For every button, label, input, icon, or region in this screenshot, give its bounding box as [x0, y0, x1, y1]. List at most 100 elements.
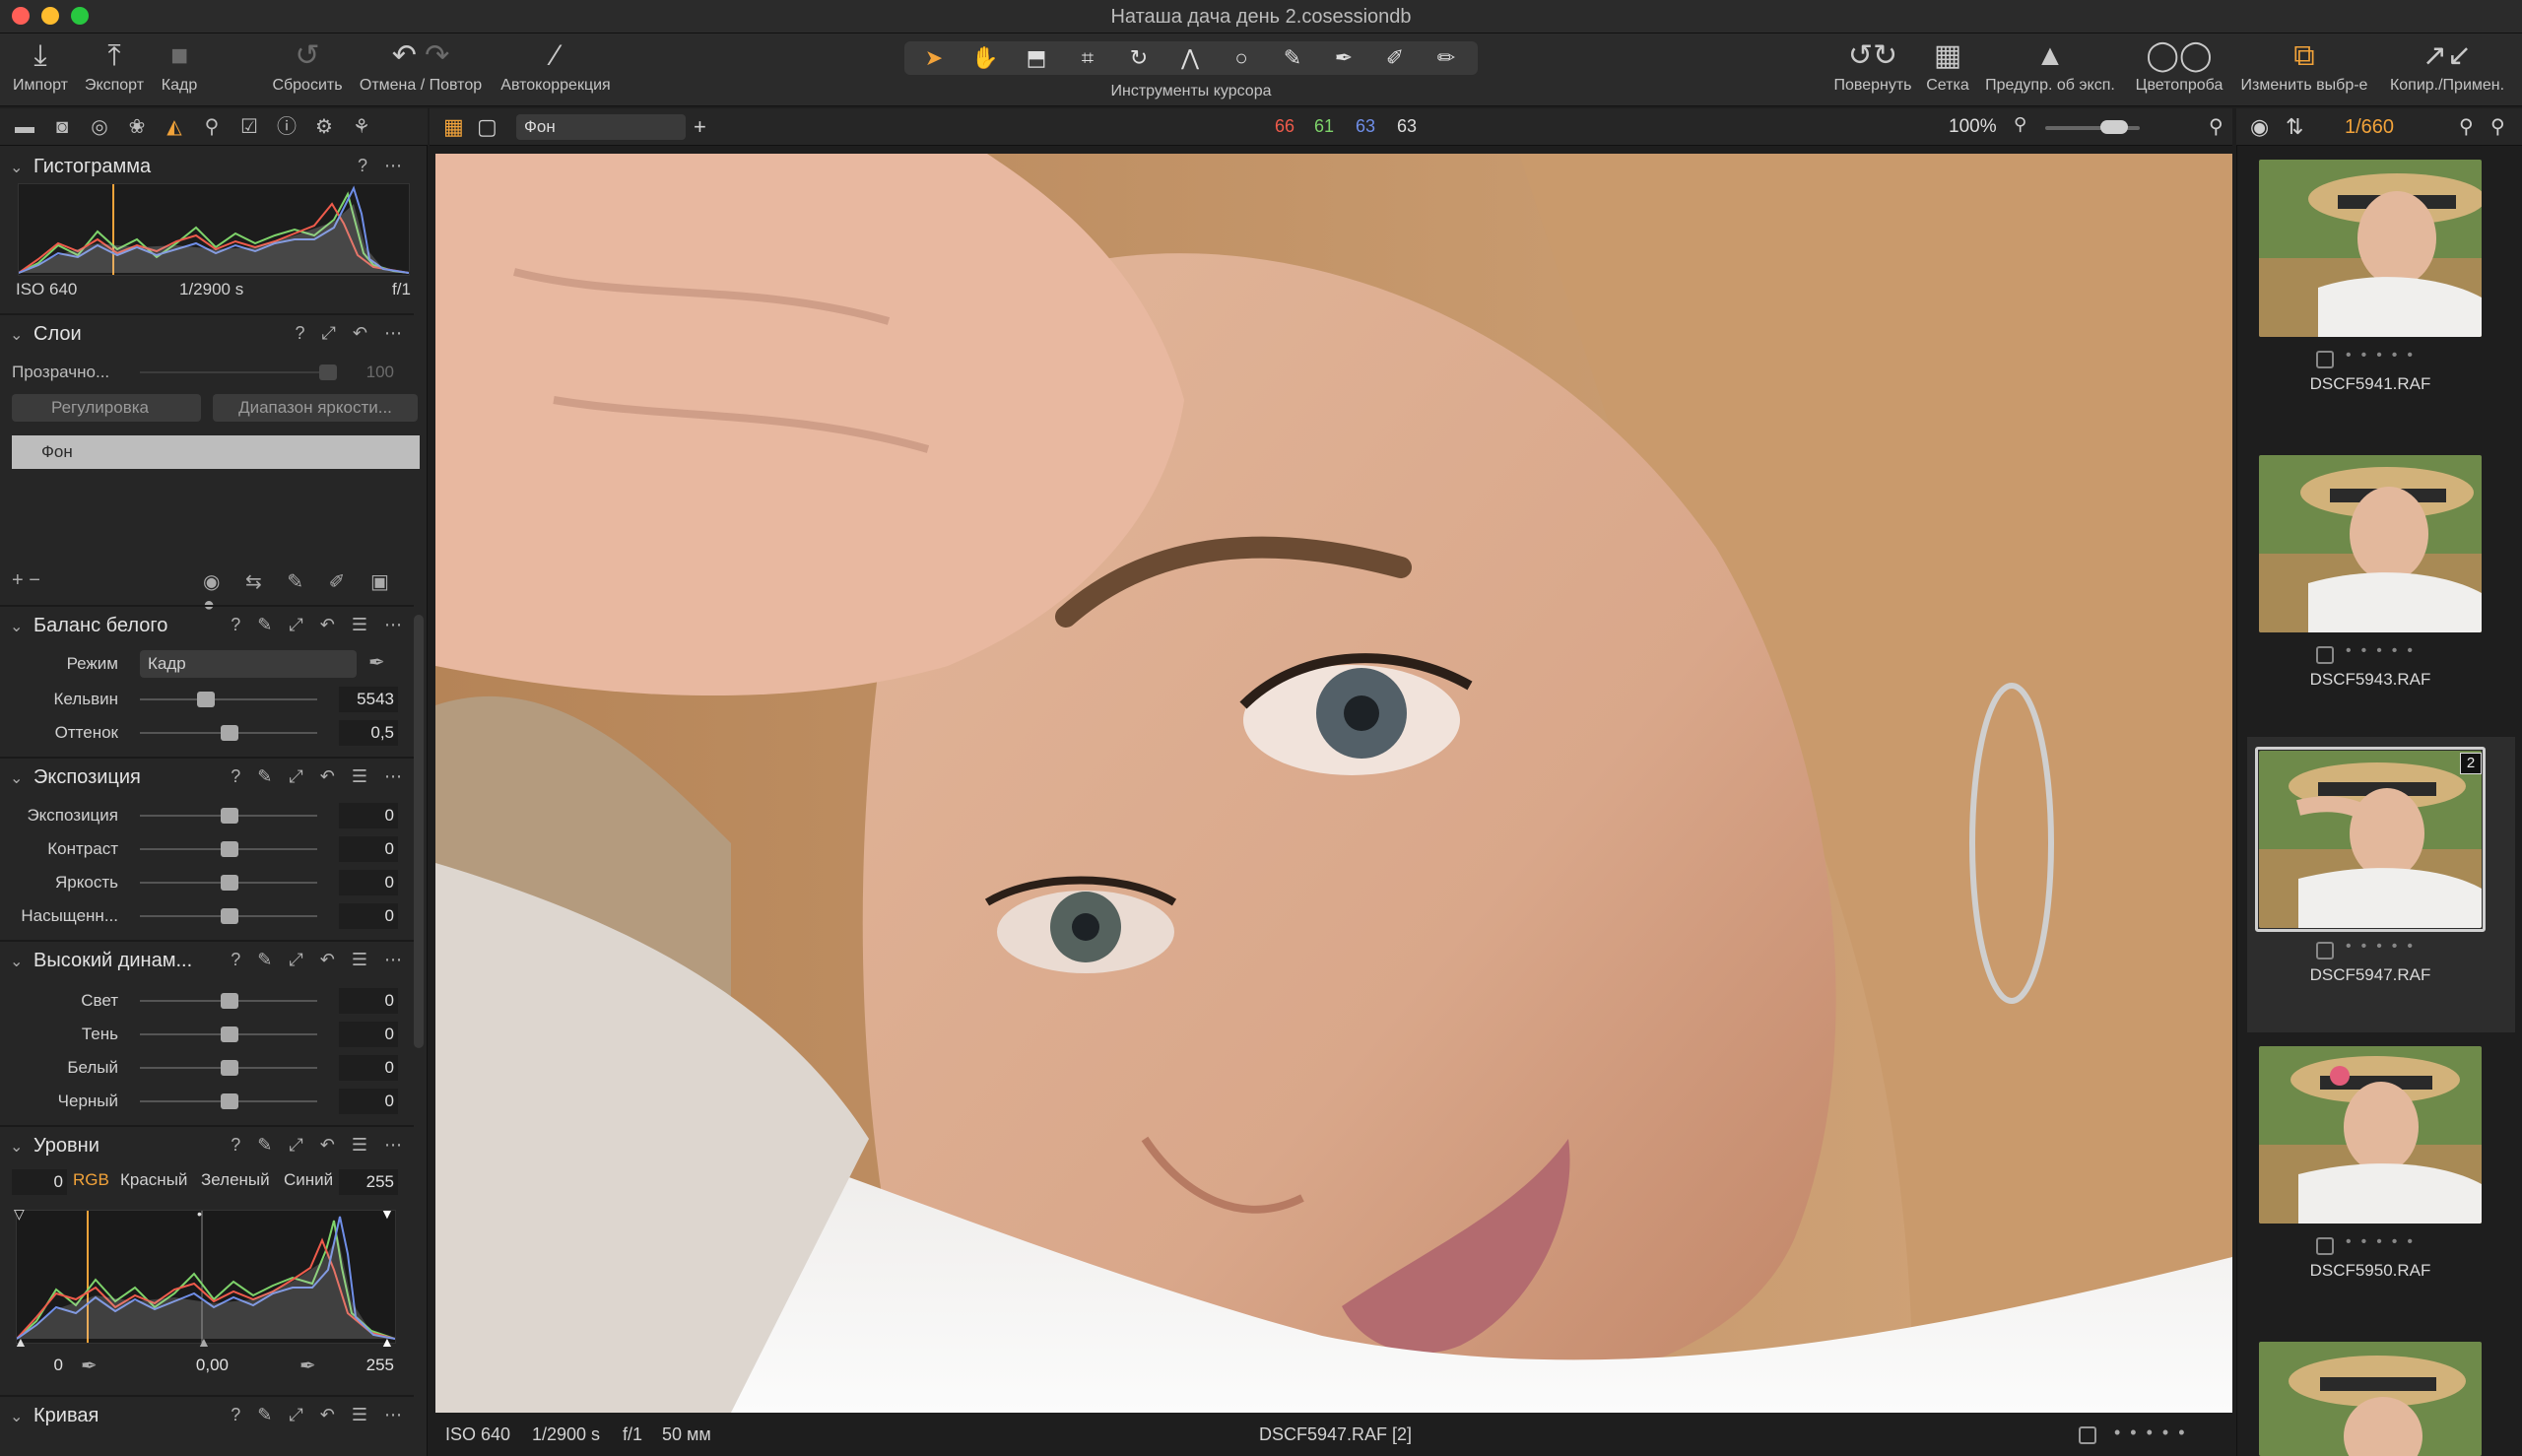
contrast-slider-knob[interactable] — [221, 841, 238, 857]
exposure-slider-knob[interactable] — [221, 808, 238, 824]
single-view-icon[interactable]: ▢ — [477, 114, 498, 140]
thumbnail-rating[interactable]: ••••• — [2346, 938, 2422, 956]
zoom-browser-icon[interactable]: ⚲ — [2490, 114, 2505, 139]
undo-redo-button[interactable]: ↶ ↷ Отмена / Повтор — [355, 33, 487, 106]
levels-black-input[interactable]: 0 — [12, 1169, 67, 1195]
color-picker-icon[interactable]: ✒ — [1318, 43, 1369, 73]
grid-button[interactable]: ▦ Сетка — [1921, 33, 1974, 106]
curve-header[interactable]: ⌄ Кривая ? ✎ ⤢ ↶ ☰ ⋯ — [0, 1399, 414, 1434]
white-balance-header[interactable]: ⌄ Баланс белого ? ✎ ⤢ ↶ ☰ ⋯ — [0, 609, 414, 644]
whites-slider-knob[interactable] — [221, 1060, 238, 1076]
tint-slider-knob[interactable] — [221, 725, 238, 741]
add-layer-icon[interactable]: + − — [12, 569, 40, 592]
thumbnail-item[interactable]: ••••• DSCF5943.RAF — [2247, 441, 2515, 737]
levels-mid-output[interactable]: 0,00 — [173, 1353, 232, 1378]
thumbnail-item[interactable]: ••••• DSCF5941.RAF — [2247, 146, 2515, 441]
loupe-icon[interactable]: ⬒ — [1011, 43, 1062, 73]
levels-black-handle[interactable]: ▽ — [14, 1206, 25, 1223]
layers-header[interactable]: ⌄ Слои ? ⤢ ↶ ⋯ — [0, 317, 414, 353]
luma-range-button[interactable]: Диапазон яркости... — [213, 394, 418, 422]
thumbnail-item[interactable] — [2247, 1328, 2515, 1456]
multi-view-icon[interactable]: ▦ — [443, 114, 464, 140]
histogram-header[interactable]: ⌄ Гистограмма ? ⋯ — [0, 150, 414, 185]
copy-apply-button[interactable]: ↗↙ Копир./Примен. — [2380, 33, 2514, 106]
thumbnail-checkbox[interactable] — [2316, 646, 2334, 664]
thumbnail-rating[interactable]: ••••• — [2346, 347, 2422, 364]
pan-hand-icon[interactable]: ✋ — [960, 43, 1011, 73]
section-actions[interactable]: ? ✎ ⤢ ↶ ☰ ⋯ — [231, 1405, 408, 1425]
layer-item-background[interactable]: Фон — [12, 435, 420, 469]
export-button[interactable]: ⤒ Экспорт — [79, 33, 150, 106]
levels-graph[interactable] — [16, 1210, 396, 1344]
zoom-in-icon[interactable]: ⚲ — [2209, 114, 2223, 139]
levels-tab-green[interactable]: Зеленый — [201, 1170, 270, 1190]
sort-icon[interactable]: ⇅ — [2286, 114, 2303, 140]
thumbnail-item-selected[interactable]: 2 ••••• DSCF5947.RAF — [2247, 737, 2515, 1032]
kelvin-slider-knob[interactable] — [197, 692, 215, 707]
section-actions[interactable]: ? ✎ ⤢ ↶ ☰ ⋯ — [231, 950, 408, 970]
metadata-tab-icon[interactable]: ⓘ — [272, 114, 301, 140]
levels-white-output[interactable]: 255 — [339, 1353, 398, 1378]
viewer-layer-select[interactable]: Фон — [516, 114, 686, 140]
add-layer-icon[interactable]: + — [694, 114, 706, 140]
levels-tab-red[interactable]: Красный — [120, 1170, 187, 1190]
highlights-slider-knob[interactable] — [221, 993, 238, 1009]
opacity-slider-knob[interactable] — [319, 364, 337, 380]
thumbnail-checkbox[interactable] — [2316, 1237, 2334, 1255]
white-balance-picker-icon[interactable]: ✐ — [1369, 43, 1421, 73]
capture-button[interactable]: ■ Кадр — [154, 33, 205, 106]
section-actions[interactable]: ? ✎ ⤢ ↶ ☰ ⋯ — [231, 1135, 408, 1156]
keystone-icon[interactable]: ⋀ — [1164, 43, 1216, 73]
output-tab-icon[interactable]: ⚙ — [309, 114, 339, 140]
thumbnail-rating[interactable]: ••••• — [2346, 642, 2422, 660]
kelvin-value[interactable]: 5543 — [339, 687, 398, 712]
proof-button[interactable]: ◯◯ Цветопроба — [2130, 33, 2228, 106]
main-photo-viewer[interactable] — [435, 154, 2232, 1413]
annotate-icon[interactable]: ✏ — [1421, 43, 1472, 73]
reset-button[interactable]: ↺ Сбросить — [264, 33, 351, 106]
levels-black-output[interactable]: 0 — [12, 1353, 67, 1378]
footer-rating-stars[interactable]: ••••• — [2114, 1423, 2195, 1443]
levels-mid-out-handle[interactable]: ▲ — [197, 1334, 211, 1350]
tint-value[interactable]: 0,5 — [339, 720, 398, 746]
exposure-tab-icon[interactable]: ◭ — [160, 114, 189, 140]
wb-picker-icon[interactable]: ✒ — [368, 650, 385, 675]
levels-white-out-handle[interactable]: ▲ — [380, 1334, 394, 1350]
zoom-out-icon[interactable]: ⚲ — [2014, 114, 2026, 135]
exposure-warning-button[interactable]: ▲ Предупр. об эксп. — [1980, 33, 2120, 106]
section-actions[interactable]: ? ⤢ ↶ ⋯ — [296, 323, 409, 344]
levels-header[interactable]: ⌄ Уровни ? ✎ ⤢ ↶ ☰ ⋯ — [0, 1129, 414, 1164]
thumbnail-checkbox[interactable] — [2316, 942, 2334, 960]
wb-mode-select[interactable]: Кадр — [140, 650, 357, 678]
adjust-button[interactable]: Регулировка — [12, 394, 201, 422]
levels-tab-blue[interactable]: Синий — [284, 1170, 333, 1190]
shadows-slider-knob[interactable] — [221, 1026, 238, 1042]
thumbnail-checkbox[interactable] — [2316, 351, 2334, 368]
edit-selection-button[interactable]: ⧉ Изменить выбр-е — [2234, 33, 2374, 106]
capture-tab-icon[interactable]: ◙ — [47, 114, 77, 140]
autocorrect-button[interactable]: ⁄ Автокоррекция — [495, 33, 617, 106]
opacity-slider[interactable] — [140, 371, 337, 373]
select-cursor-icon[interactable]: ➤ — [908, 43, 960, 73]
footer-select-checkbox[interactable] — [2079, 1426, 2096, 1444]
levels-tab-rgb[interactable]: RGB — [73, 1170, 109, 1190]
zoom-level[interactable]: 100% — [1949, 116, 1997, 138]
thumbnail-item[interactable]: ••••• DSCF5950.RAF — [2247, 1032, 2515, 1328]
search-icon[interactable]: ⚲ — [2459, 114, 2474, 139]
library-tab-icon[interactable]: ▬ — [10, 114, 39, 140]
levels-mid-handle[interactable]: • — [197, 1206, 202, 1222]
section-actions[interactable]: ? ✎ ⤢ ↶ ☰ ⋯ — [231, 766, 408, 787]
levels-black-out-handle[interactable]: ▲ — [14, 1334, 28, 1350]
levels-white-handle[interactable]: ▼ — [380, 1206, 394, 1222]
exposure-header[interactable]: ⌄ Экспозиция ? ✎ ⤢ ↶ ☰ ⋯ — [0, 761, 414, 796]
zoom-slider-knob[interactable] — [2100, 120, 2128, 134]
section-actions[interactable]: ? ⋯ — [358, 156, 408, 176]
levels-white-input[interactable]: 255 — [339, 1169, 398, 1195]
saturation-slider-knob[interactable] — [221, 908, 238, 924]
kelvin-slider[interactable] — [140, 698, 317, 700]
adjustments-tab-icon[interactable]: ☑ — [234, 114, 264, 140]
thumbnail-rating[interactable]: ••••• — [2346, 1233, 2422, 1251]
hdr-header[interactable]: ⌄ Высокий динам... ? ✎ ⤢ ↶ ☰ ⋯ — [0, 944, 414, 979]
eye-icon[interactable]: ◉ — [2250, 114, 2269, 140]
details-tab-icon[interactable]: ⚲ — [197, 114, 227, 140]
